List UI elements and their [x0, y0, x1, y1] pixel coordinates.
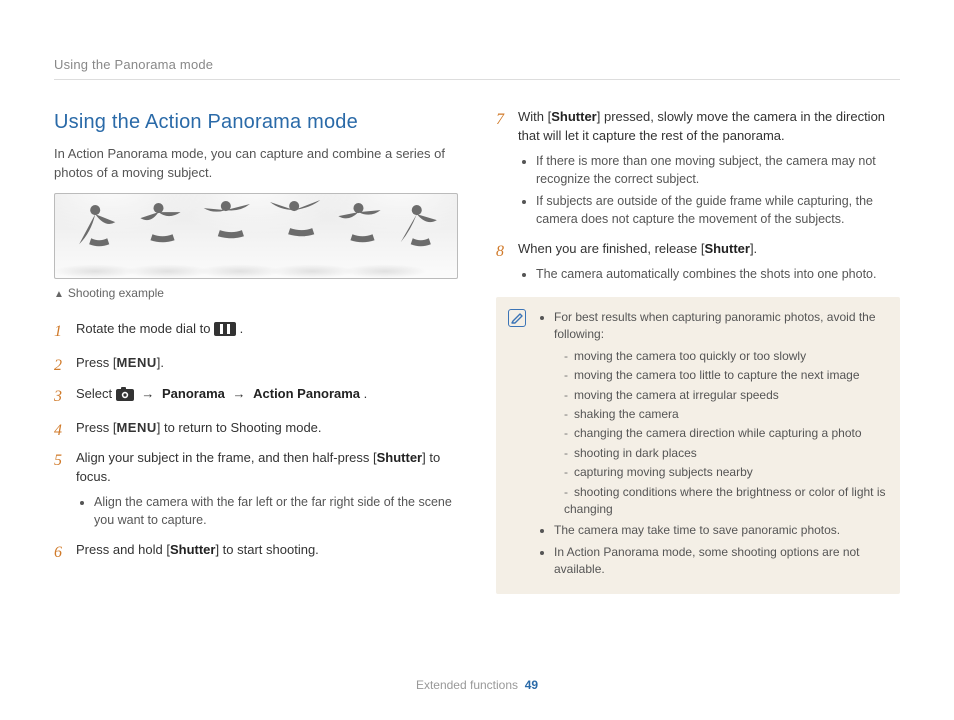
note-avoid-item: moving the camera too quickly or too slo…	[564, 348, 886, 365]
shutter-key: Shutter	[377, 450, 423, 465]
intro-text: In Action Panorama mode, you can capture…	[54, 145, 458, 183]
page: Using the Panorama mode Using the Action…	[0, 0, 954, 720]
step-2: Press [MENU].	[54, 354, 458, 373]
note-avoid-item: moving the camera at irregular speeds	[564, 387, 886, 404]
panorama-illustration	[54, 193, 458, 279]
step-text: Select	[76, 386, 116, 401]
step-text-tail: ].	[157, 355, 164, 370]
note-lead: For best results when capturing panorami…	[554, 310, 876, 341]
step-text: Align your subject in the frame, and the…	[76, 450, 377, 465]
note-avoid-item: capturing moving subjects nearby	[564, 464, 886, 481]
note-bullet-3: In Action Panorama mode, some shooting o…	[554, 544, 886, 579]
step-3: Select → Panorama → Action Panorama .	[54, 385, 458, 407]
page-title: Using the Action Panorama mode	[54, 108, 458, 137]
footer-section: Extended functions	[416, 678, 518, 692]
step-text-tail: .	[364, 386, 368, 401]
caption-text: Shooting example	[68, 286, 164, 300]
step-text: Press [	[76, 420, 116, 435]
content-columns: Using the Action Panorama mode In Action…	[54, 108, 900, 595]
breadcrumb: Using the Panorama mode	[54, 56, 900, 75]
note-outer-list: For best results when capturing panorami…	[554, 309, 886, 578]
panorama-label: Panorama	[162, 386, 225, 401]
step-8-sub-1: The camera automatically combines the sh…	[536, 265, 900, 283]
left-column: Using the Action Panorama mode In Action…	[54, 108, 458, 595]
note-bullet-1: For best results when capturing panorami…	[554, 309, 886, 518]
note-avoid-item: shooting conditions where the brightness…	[564, 484, 886, 519]
menu-key: MENU	[116, 420, 156, 435]
arrow-right-icon: →	[137, 386, 158, 401]
shutter-key: Shutter	[704, 241, 750, 256]
note-bullet-2: The camera may take time to save panoram…	[554, 522, 886, 539]
step-text: With [	[518, 109, 551, 124]
note-box: For best results when capturing panorami…	[496, 297, 900, 594]
step-7-sublist: If there is more than one moving subject…	[536, 152, 900, 229]
note-avoid-item: shaking the camera	[564, 406, 886, 423]
step-8-sublist: The camera automatically combines the sh…	[536, 265, 900, 283]
menu-key: MENU	[116, 355, 156, 370]
triangle-up-icon: ▲	[54, 289, 64, 300]
step-text-tail: ] to return to Shooting mode.	[157, 420, 322, 435]
step-5: Align your subject in the frame, and the…	[54, 449, 458, 529]
step-text: Press and hold [	[76, 542, 170, 557]
step-4: Press [MENU] to return to Shooting mode.	[54, 419, 458, 438]
note-avoid-item: moving the camera too little to capture …	[564, 367, 886, 384]
dancers-silhouette-icon	[55, 194, 457, 279]
steps-list-right: With [Shutter] pressed, slowly move the …	[496, 108, 900, 283]
illustration-caption: ▲ Shooting example	[54, 285, 458, 303]
camera-icon	[116, 387, 134, 407]
step-5-sub-1: Align the camera with the far left or th…	[94, 493, 458, 529]
step-text-tail: ] to start shooting.	[215, 542, 318, 557]
right-column: With [Shutter] pressed, slowly move the …	[496, 108, 900, 595]
steps-list-left: Rotate the mode dial to . Press [MENU]. …	[54, 320, 458, 560]
step-8: When you are finished, release [Shutter]…	[496, 240, 900, 283]
arrow-right-icon: →	[229, 386, 250, 401]
note-avoid-item: changing the camera direction while capt…	[564, 425, 886, 442]
panorama-mode-icon	[214, 322, 236, 342]
note-avoid-list: moving the camera too quickly or too slo…	[564, 348, 886, 519]
shutter-key: Shutter	[170, 542, 216, 557]
note-avoid-item: shooting in dark places	[564, 445, 886, 462]
step-text: Rotate the mode dial to	[76, 321, 214, 336]
shutter-key: Shutter	[551, 109, 597, 124]
footer: Extended functions 49	[0, 677, 954, 694]
step-text: Press [	[76, 355, 116, 370]
action-panorama-label: Action Panorama	[253, 386, 360, 401]
step-1: Rotate the mode dial to .	[54, 320, 458, 342]
step-7: With [Shutter] pressed, slowly move the …	[496, 108, 900, 228]
step-5-sublist: Align the camera with the far left or th…	[94, 493, 458, 529]
step-6: Press and hold [Shutter] to start shooti…	[54, 541, 458, 560]
step-text-tail: .	[240, 321, 244, 336]
step-text-tail: ].	[750, 241, 757, 256]
step-text: When you are finished, release [	[518, 241, 704, 256]
page-number: 49	[525, 678, 538, 692]
divider	[54, 79, 900, 80]
note-icon	[508, 309, 526, 327]
step-7-sub-1: If there is more than one moving subject…	[536, 152, 900, 188]
step-7-sub-2: If subjects are outside of the guide fra…	[536, 192, 900, 228]
